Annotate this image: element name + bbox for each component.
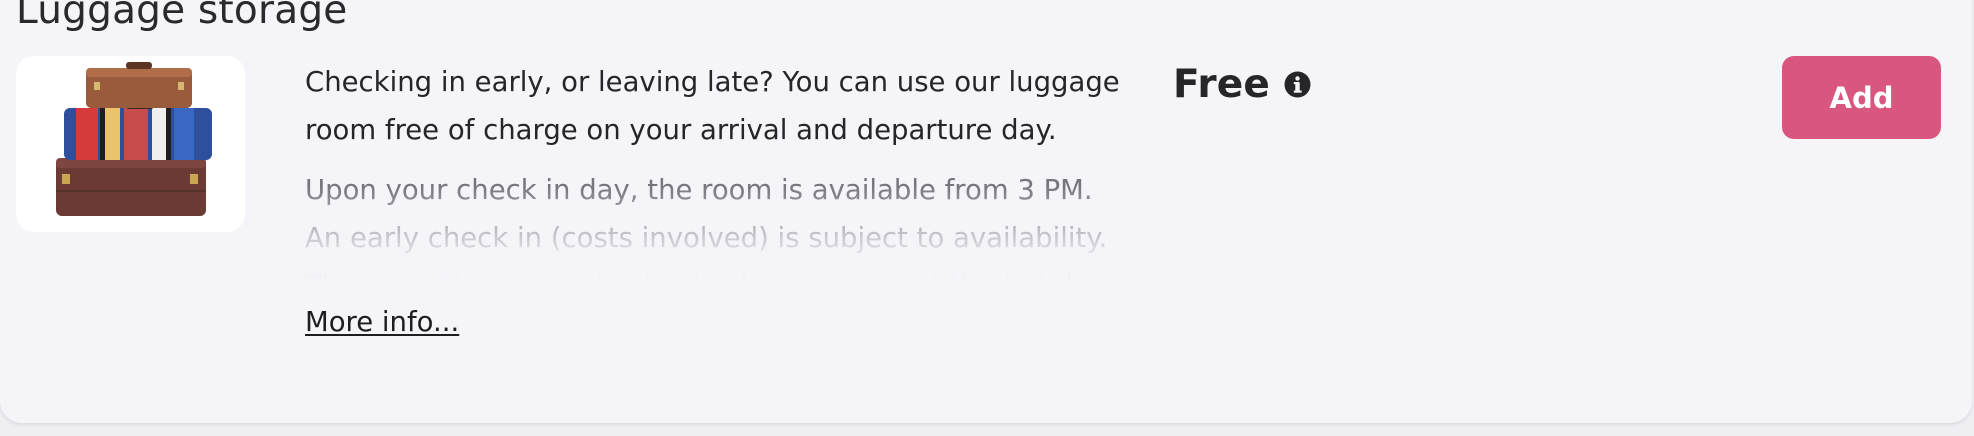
description: Checking in early, or leaving late? You … (305, 58, 1125, 282)
description-more: Upon your check in day, the room is avai… (305, 174, 1108, 282)
price-label: Free (1173, 62, 1271, 107)
luggage-storage-card: Luggage storage Checking in early, or le… (0, 0, 1972, 423)
more-info-link[interactable]: More info... (305, 306, 459, 338)
description-main: Checking in early, or leaving late? You … (305, 66, 1120, 146)
luggage-image (16, 56, 245, 232)
description-more-wrap: Upon your check in day, the room is avai… (305, 166, 1125, 282)
price: Free (1173, 62, 1311, 107)
suitcases-illustration (56, 62, 212, 216)
section-title: Luggage storage (16, 0, 348, 33)
info-circle-icon[interactable] (1284, 71, 1311, 98)
add-button[interactable]: Add (1782, 56, 1941, 139)
